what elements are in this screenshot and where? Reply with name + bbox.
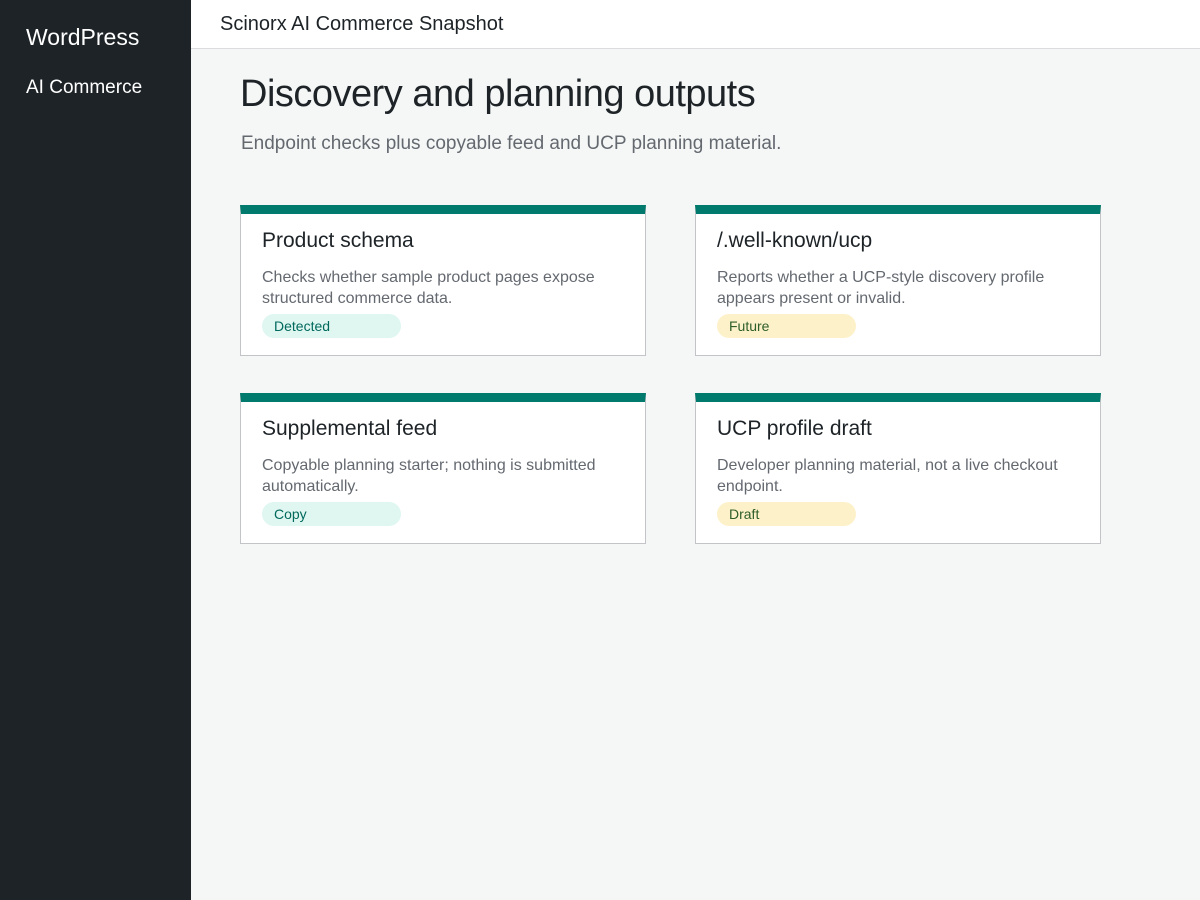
card-product-schema: Product schema Checks whether sample pro… <box>240 205 646 356</box>
sidebar: WordPress AI Commerce <box>0 0 191 900</box>
card-description: Checks whether sample product pages expo… <box>262 269 595 307</box>
card-title: /.well-known/ucp <box>717 229 873 252</box>
topbar: Scinorx AI Commerce Snapshot <box>191 0 1200 49</box>
card-description: Reports whether a UCP-style discovery pr… <box>717 269 1045 307</box>
main-content: Discovery and planning outputs Endpoint … <box>191 49 1200 900</box>
card-supplemental-feed: Supplemental feed Copyable planning star… <box>240 393 646 544</box>
card-ucp-profile-draft: UCP profile draft Developer planning mat… <box>695 393 1101 544</box>
page-subtitle: Endpoint checks plus copyable feed and U… <box>241 133 782 154</box>
card-title: UCP profile draft <box>717 417 872 440</box>
card-well-known-ucp: /.well-known/ucp Reports whether a UCP-s… <box>695 205 1101 356</box>
sidebar-item-ai-commerce[interactable]: AI Commerce <box>26 77 142 99</box>
card-description: Copyable planning starter; nothing is su… <box>262 457 596 495</box>
status-badge: Detected <box>262 314 401 338</box>
sidebar-brand[interactable]: WordPress <box>26 24 139 51</box>
status-badge: Future <box>717 314 856 338</box>
card-title: Supplemental feed <box>262 417 438 440</box>
page-title: Discovery and planning outputs <box>240 73 756 115</box>
status-badge: Draft <box>717 502 856 526</box>
card-description: Developer planning material, not a live … <box>717 457 1058 495</box>
card-title: Product schema <box>262 229 414 252</box>
topbar-title: Scinorx AI Commerce Snapshot <box>220 13 504 35</box>
status-badge: Copy <box>262 502 401 526</box>
